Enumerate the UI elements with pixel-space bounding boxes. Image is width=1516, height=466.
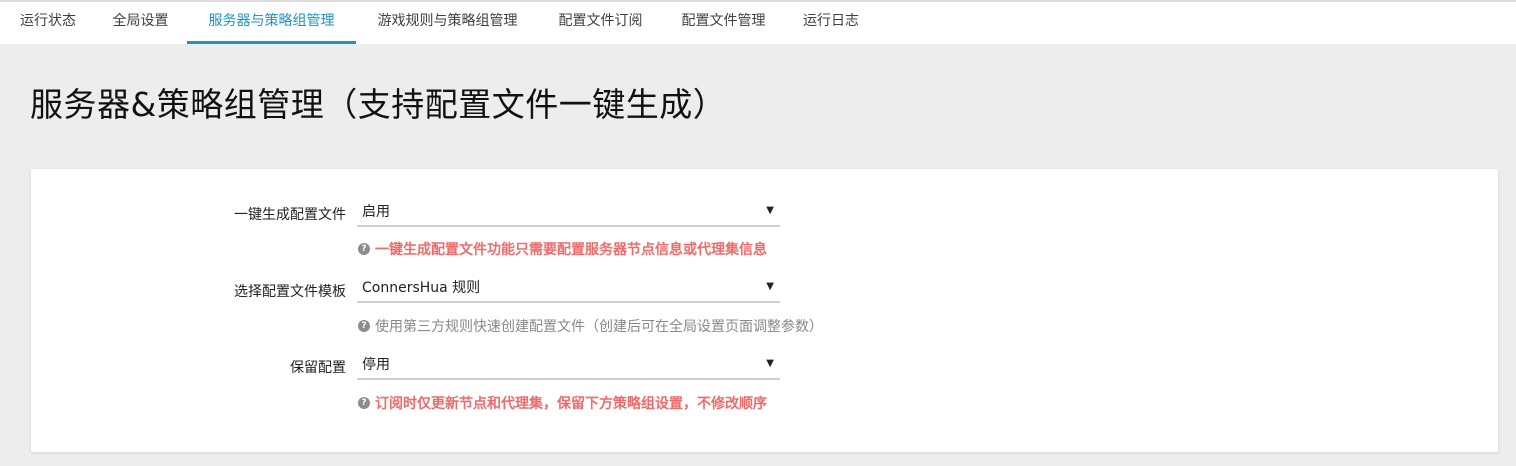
hint-text: 一键生成配置文件功能只需要配置服务器节点信息或代理集信息: [375, 242, 767, 258]
tab-global-settings[interactable]: 全局设置: [94, 2, 187, 44]
caret-down-icon: ▼: [766, 281, 774, 292]
tab-game-rules[interactable]: 游戏规则与策略组管理: [356, 2, 539, 44]
field-label-one-click-generate: 一键生成配置文件: [234, 207, 346, 223]
caret-down-icon: ▼: [766, 358, 774, 369]
settings-panel: 一键生成配置文件 启用 ▼ ? 一键生成配置文件功能只需要配置服务器节点信息或代…: [31, 169, 1498, 452]
question-circle-icon: ?: [358, 320, 370, 332]
select-value: ConnersHua 规则: [362, 280, 481, 296]
hint-text: 使用第三方规则快速创建配置文件（创建后可在全局设置页面调整参数）: [375, 319, 823, 335]
question-circle-icon: ?: [358, 397, 370, 409]
question-circle-icon: ?: [358, 243, 370, 255]
field-label-config-template: 选择配置文件模板: [234, 284, 346, 300]
select-value: 停用: [362, 357, 390, 373]
keep-config-select[interactable]: 停用 ▼: [357, 349, 780, 380]
tab-run-log[interactable]: 运行日志: [785, 2, 877, 44]
select-value: 启用: [362, 204, 390, 220]
tab-bar: 运行状态 全局设置 服务器与策略组管理 游戏规则与策略组管理 配置文件订阅 配置…: [0, 0, 1516, 44]
field-label-keep-config: 保留配置: [290, 360, 346, 376]
caret-down-icon: ▼: [766, 205, 774, 216]
tab-run-status[interactable]: 运行状态: [2, 2, 94, 44]
tab-config-subscription[interactable]: 配置文件订阅: [539, 2, 662, 44]
tab-server-policy-groups[interactable]: 服务器与策略组管理: [187, 2, 356, 44]
hint-keep-config: ? 订阅时仅更新节点和代理集，保留下方策略组设置，不修改顺序: [358, 393, 767, 413]
hint-one-click-generate: ? 一键生成配置文件功能只需要配置服务器节点信息或代理集信息: [358, 239, 767, 259]
page-title: 服务器&策略组管理（支持配置文件一键生成）: [30, 85, 727, 124]
one-click-generate-select[interactable]: 启用 ▼: [357, 196, 780, 227]
tab-config-management[interactable]: 配置文件管理: [662, 2, 785, 44]
config-template-select[interactable]: ConnersHua 规则 ▼: [357, 272, 780, 303]
hint-text: 订阅时仅更新节点和代理集，保留下方策略组设置，不修改顺序: [375, 396, 767, 412]
hint-config-template: ? 使用第三方规则快速创建配置文件（创建后可在全局设置页面调整参数）: [358, 316, 823, 336]
